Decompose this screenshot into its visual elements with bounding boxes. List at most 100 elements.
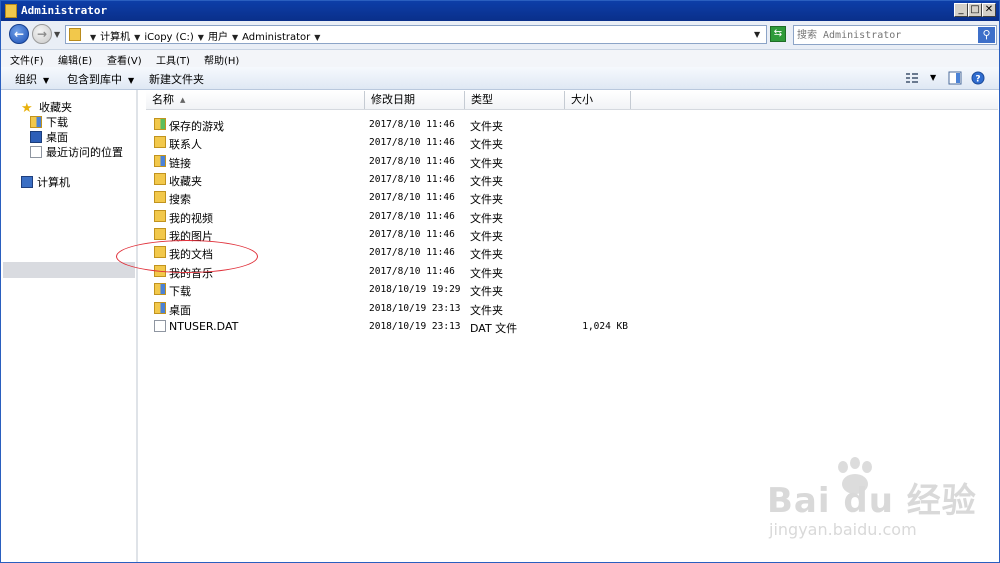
- search-icon[interactable]: ⚲: [978, 27, 995, 43]
- file-type: 文件夹: [470, 303, 503, 317]
- table-row[interactable]: 搜索 2017/8/10 11:46 文件夹: [152, 188, 632, 206]
- folder-icon: [154, 118, 166, 130]
- file-date: 2017/8/10 11:46: [369, 174, 455, 186]
- include-library-button[interactable]: 包含到库中 ▼: [67, 71, 134, 87]
- nav-label-recent: 最近访问的位置: [46, 146, 123, 159]
- minimize-button[interactable]: _: [954, 3, 968, 17]
- file-size: 1,024 KB: [582, 320, 628, 332]
- table-row[interactable]: 下载 2018/10/19 19:29 文件夹: [152, 280, 632, 298]
- view-options-icon[interactable]: [905, 71, 919, 85]
- back-button[interactable]: ←: [9, 24, 29, 44]
- address-dropdown-icon[interactable]: ▼: [754, 30, 760, 39]
- file-date: 2017/8/10 11:46: [369, 137, 455, 149]
- chevron-down-icon[interactable]: ▼: [314, 33, 320, 42]
- star-icon: ★: [21, 101, 33, 116]
- column-name-label: 名称: [152, 93, 174, 106]
- menu-edit[interactable]: 编辑(E): [58, 52, 92, 67]
- organize-button[interactable]: 组织 ▼: [15, 71, 49, 87]
- breadcrumb-item-administrator[interactable]: Administrator: [242, 32, 310, 43]
- history-dropdown-icon[interactable]: ▼: [54, 30, 60, 39]
- file-date: 2017/8/10 11:46: [369, 247, 455, 259]
- refresh-button[interactable]: ⇆: [770, 26, 786, 42]
- folder-icon: [154, 228, 166, 241]
- breadcrumb-item-computer[interactable]: 计算机: [100, 32, 130, 43]
- file-date: 2017/8/10 11:46: [369, 265, 455, 277]
- file-date: 2018/10/19 23:13: [369, 302, 461, 314]
- table-row[interactable]: 我的视频 2017/8/10 11:46 文件夹: [152, 207, 632, 225]
- chevron-down-icon[interactable]: ▼: [90, 33, 96, 42]
- file-type: 文件夹: [470, 248, 503, 262]
- arrow-left-icon: ←: [13, 27, 25, 41]
- explorer-window: Administrator _ □ ✕ ← → ▼ ▼ 计算机 ▼ iCopy (C:…: [0, 0, 1000, 563]
- folder-icon: [69, 28, 81, 41]
- menu-tools[interactable]: 工具(T): [156, 52, 190, 67]
- table-row[interactable]: 收藏夹 2017/8/10 11:46 文件夹: [152, 170, 632, 188]
- include-library-label: 包含到库中: [67, 73, 122, 86]
- folder-icon: [154, 191, 166, 204]
- file-name: 桌面: [169, 303, 191, 317]
- close-button[interactable]: ✕: [982, 3, 996, 17]
- forward-button[interactable]: →: [32, 24, 52, 44]
- table-row[interactable]: 联系人 2017/8/10 11:46 文件夹: [152, 133, 632, 151]
- nav-item-computer[interactable]: 计算机: [21, 174, 70, 190]
- search-input[interactable]: [797, 27, 973, 43]
- table-row[interactable]: NTUSER.DAT 2018/10/19 23:13 DAT 文件 1,024 KB: [152, 317, 632, 335]
- table-row[interactable]: 链接 2017/8/10 11:46 文件夹: [152, 152, 632, 170]
- address-row: ← → ▼ ▼ 计算机 ▼ iCopy (C:) ▼ 用户 ▼ Administrator ▼ …: [1, 21, 999, 50]
- file-type: 文件夹: [470, 138, 503, 152]
- search-box[interactable]: ⚲: [793, 25, 997, 45]
- folder-icon: [154, 209, 166, 222]
- nav-selection-highlight: [3, 262, 135, 278]
- command-bar: 组织 ▼ 包含到库中 ▼ 新建文件夹 ▼ ?: [1, 67, 999, 90]
- file-name: 下载: [169, 285, 191, 299]
- chevron-down-icon[interactable]: ▼: [134, 33, 140, 42]
- folder-icon: [154, 283, 166, 296]
- column-type[interactable]: 类型: [465, 91, 565, 109]
- nav-item-recent[interactable]: 最近访问的位置: [30, 144, 123, 160]
- nav-item-desktop[interactable]: 桌面: [30, 129, 68, 145]
- folder-icon: [154, 154, 166, 167]
- breadcrumb-item-drive[interactable]: iCopy (C:): [144, 32, 193, 43]
- file-name: 我的视频: [169, 211, 213, 225]
- column-modified[interactable]: 修改日期: [365, 91, 465, 109]
- column-name[interactable]: 名称 ▲: [146, 91, 365, 109]
- table-row[interactable]: 我的图片 2017/8/10 11:46 文件夹: [152, 225, 632, 243]
- computer-icon: [21, 176, 33, 188]
- file-name: NTUSER.DAT: [169, 319, 239, 333]
- desktop-icon: [30, 131, 42, 143]
- chevron-down-icon: ▼: [128, 76, 135, 85]
- file-name: 搜索: [169, 193, 191, 207]
- nav-item-favorites[interactable]: ★ 收藏夹: [21, 99, 72, 116]
- view-dropdown-icon[interactable]: ▼: [930, 73, 936, 82]
- file-type: 文件夹: [470, 211, 503, 225]
- recent-places-icon: [30, 146, 42, 158]
- menu-file[interactable]: 文件(F): [10, 52, 44, 67]
- file-date: 2018/10/19 19:29: [369, 284, 461, 296]
- window-title: Administrator: [21, 4, 108, 17]
- preview-pane-icon[interactable]: [948, 71, 962, 85]
- menu-help[interactable]: 帮助(H): [204, 52, 239, 67]
- column-size[interactable]: 大小: [565, 91, 631, 109]
- menu-view[interactable]: 查看(V): [107, 52, 142, 67]
- nav-label-desktop: 桌面: [46, 131, 68, 144]
- file-date: 2017/8/10 11:46: [369, 210, 455, 222]
- title-bar[interactable]: Administrator _ □ ✕: [1, 1, 999, 21]
- chevron-down-icon[interactable]: ▼: [232, 33, 238, 42]
- organize-label: 组织: [15, 73, 37, 86]
- help-icon[interactable]: ?: [971, 71, 985, 85]
- chevron-down-icon[interactable]: ▼: [198, 33, 204, 42]
- maximize-button[interactable]: □: [968, 3, 982, 17]
- new-folder-button[interactable]: 新建文件夹: [149, 71, 204, 87]
- file-name: 链接: [169, 156, 191, 170]
- breadcrumb-item-users[interactable]: 用户: [208, 32, 228, 43]
- chevron-down-icon: ▼: [43, 76, 50, 85]
- nav-item-downloads[interactable]: 下载: [30, 114, 68, 130]
- address-bar[interactable]: ▼ 计算机 ▼ iCopy (C:) ▼ 用户 ▼ Administrator ▼: [65, 25, 767, 44]
- table-row[interactable]: 保存的游戏 2017/8/10 11:46 文件夹: [152, 115, 632, 133]
- file-icon: [154, 319, 166, 332]
- navigation-pane: ★ 收藏夹 下载 桌面 最近访问的位置 计算机: [1, 90, 137, 562]
- folder-icon: [154, 301, 166, 314]
- file-type: 文件夹: [470, 285, 503, 299]
- folder-icon: [154, 173, 166, 186]
- table-row[interactable]: 桌面 2018/10/19 23:13 文件夹: [152, 299, 632, 317]
